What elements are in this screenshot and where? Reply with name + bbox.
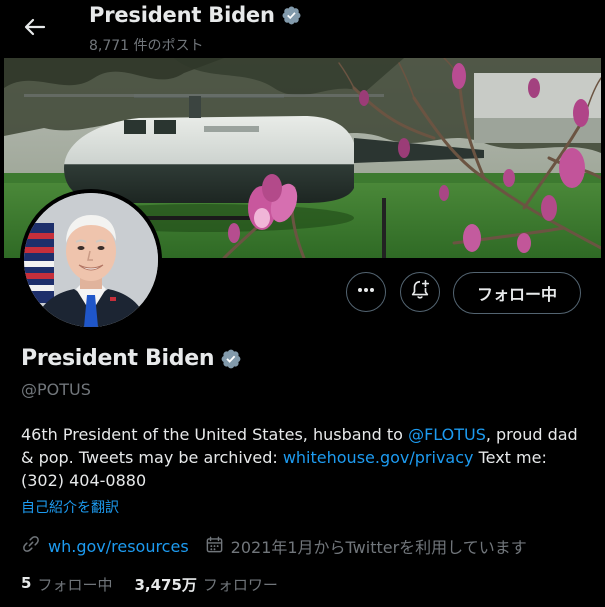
bell-plus-icon [409,279,431,305]
translate-bio-link[interactable]: 自己紹介を翻訳 [21,497,119,517]
website-link[interactable]: wh.gov/resources [48,537,189,556]
verified-badge-icon[interactable] [220,348,242,370]
more-options-button[interactable] [346,272,386,312]
following-count: 5 [21,574,32,592]
profile-handle: @POTUS [21,380,91,399]
post-count: 8,771 件のポスト [89,38,204,54]
profile-bio: 46th President of the United States, hus… [21,423,581,492]
back-arrow-icon[interactable] [20,12,50,42]
profile-name-row: President Biden [21,346,242,371]
joined-item: 2021年1月からTwitterを利用しています [205,534,527,558]
privacy-link[interactable]: whitehouse.gov/privacy [283,448,474,467]
display-name: President Biden [21,346,215,371]
notifications-button[interactable] [400,272,440,312]
followers-label: フォロワー [202,576,278,594]
link-icon [21,534,41,558]
more-icon [356,280,376,304]
following-label: フォロー中 [37,576,113,594]
header-title: President Biden [89,3,275,27]
website-item: wh.gov/resources [21,534,189,558]
follow-stats: 5 フォロー中 3,475万 フォロワー [21,574,278,595]
profile-meta: wh.gov/resources 2021年1月からTwitterを利用していま… [21,534,527,558]
flotus-mention-link[interactable]: @FLOTUS [408,425,486,444]
joined-date: 2021年1月からTwitterを利用しています [230,538,527,557]
verified-badge-icon[interactable] [281,5,302,26]
bio-text: 46th President of the United States, hus… [21,425,409,444]
following-button[interactable]: フォロー中 [453,272,581,314]
header-title-row: President Biden [89,3,302,27]
followers-count: 3,475万 [134,576,197,594]
avatar-border [20,189,162,331]
calendar-icon [205,535,224,558]
following-stat-link[interactable]: 5 フォロー中 [21,574,112,595]
top-bar: President Biden 8,771 件のポスト [0,0,605,58]
avatar[interactable] [24,193,158,327]
followers-stat-link[interactable]: 3,475万 フォロワー [134,574,277,595]
